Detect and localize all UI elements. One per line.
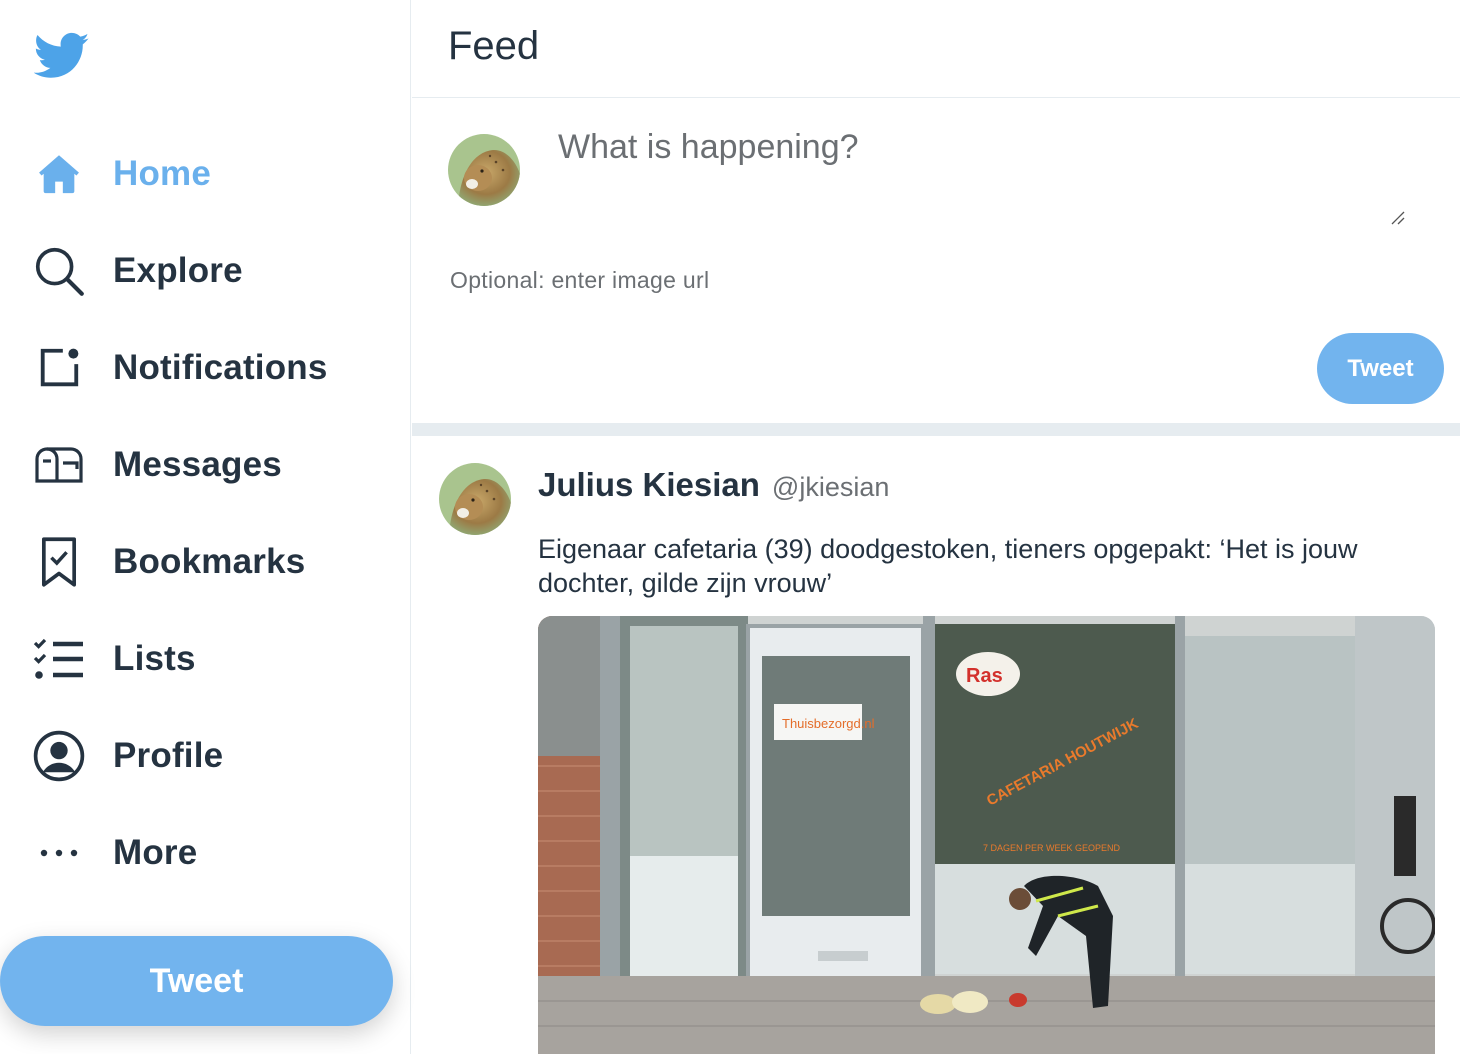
feed-divider xyxy=(412,423,1460,436)
home-icon xyxy=(32,147,86,201)
sidebar-item-lists[interactable]: Lists xyxy=(0,610,411,707)
sidebar-item-bookmarks[interactable]: Bookmarks xyxy=(0,513,411,610)
profile-icon xyxy=(32,729,86,783)
sidebar-nav: Home Explore Notifications Messages Book… xyxy=(0,125,411,901)
mailbox-icon xyxy=(32,438,86,492)
compose-tweet-button[interactable]: Tweet xyxy=(1317,333,1444,404)
sidebar-item-explore[interactable]: Explore xyxy=(0,222,411,319)
tweet-author-handle[interactable]: @jkiesian xyxy=(772,472,889,503)
tweet-author-name[interactable]: Julius Kiesian xyxy=(538,466,760,504)
sidebar-item-label: Home xyxy=(113,153,212,193)
compose-tweet-input[interactable] xyxy=(558,128,1428,238)
tweet-image[interactable]: Thuisbezorgd.nl Ras CAFETARIA HOUTWIJK 7… xyxy=(538,616,1435,1054)
sidebar-item-label: Bookmarks xyxy=(113,541,306,581)
sidebar-tweet-button[interactable]: Tweet xyxy=(0,936,393,1026)
avatar[interactable] xyxy=(439,463,511,535)
main-feed: Feed What is happening? Optional: enter … xyxy=(412,0,1460,1054)
page-title: Feed xyxy=(448,24,540,68)
notifications-icon xyxy=(32,341,86,395)
feed-header: Feed xyxy=(412,0,1460,98)
image-url-input[interactable] xyxy=(450,262,1050,298)
tweet-image-sign: Ras xyxy=(966,665,1003,687)
tweet-text: Eigenaar cafetaria (39) doodgestoken, ti… xyxy=(538,534,1358,598)
sidebar: Home Explore Notifications Messages Book… xyxy=(0,0,411,1054)
sidebar-item-label: Lists xyxy=(113,638,196,678)
tweet-composer: Tweet xyxy=(412,98,1460,423)
sidebar-item-label: More xyxy=(113,832,198,872)
sidebar-item-label: Profile xyxy=(113,735,224,775)
tweet-image-sign: 7 DAGEN PER WEEK GEOPEND xyxy=(983,843,1121,853)
sidebar-item-profile[interactable]: Profile xyxy=(0,707,411,804)
sidebar-item-home[interactable]: Home xyxy=(0,125,411,222)
sidebar-item-label: Notifications xyxy=(113,347,328,387)
search-icon xyxy=(32,244,86,298)
sidebar-item-notifications[interactable]: Notifications xyxy=(0,319,411,416)
resize-grip-icon[interactable] xyxy=(1388,208,1408,228)
bookmark-icon xyxy=(32,535,86,589)
sidebar-item-label: Explore xyxy=(113,250,243,290)
tweet-card[interactable]: Julius Kiesian @jkiesian Eigenaar cafeta… xyxy=(412,436,1460,1054)
twitter-bird-icon[interactable] xyxy=(33,32,90,80)
more-icon xyxy=(32,826,86,880)
sidebar-item-messages[interactable]: Messages xyxy=(0,416,411,513)
tweet-image-sign: Thuisbezorgd.nl xyxy=(782,716,875,731)
avatar[interactable] xyxy=(448,134,520,206)
list-icon xyxy=(32,632,86,686)
sidebar-item-label: Messages xyxy=(113,444,282,484)
tweet-header: Julius Kiesian @jkiesian xyxy=(538,466,889,504)
sidebar-item-more[interactable]: More xyxy=(0,804,411,901)
